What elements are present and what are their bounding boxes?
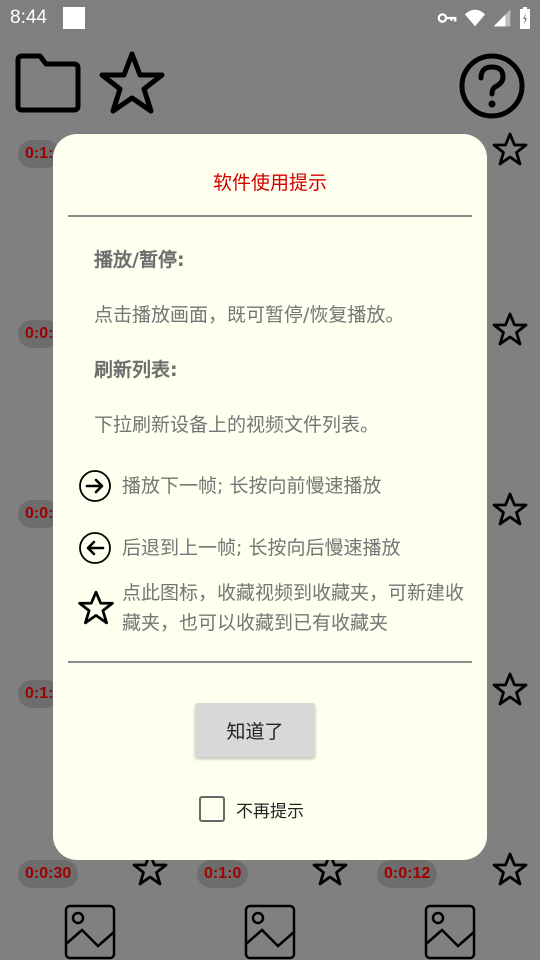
section-heading-play-pause: 播放/暂停: [94, 249, 185, 271]
vpn-key-icon [437, 13, 457, 23]
tip-favorite-text: 点此图标，收藏视频到收藏夹，可新建收藏夹，也可以收藏到已有收藏夹 [122, 582, 465, 634]
folder-icon[interactable] [14, 52, 82, 114]
got-it-button[interactable]: 知道了 [195, 703, 315, 757]
dialog-title: 软件使用提示 [212, 172, 327, 194]
duration-badge: 0:1:0 [197, 860, 249, 888]
dont-show-again-label[interactable]: 不再提示 [236, 797, 304, 822]
usage-tips-dialog: 软件使用提示 播放/暂停: 点击播放画面，既可暂停/恢复播放。 刷新列表: 下拉… [53, 134, 487, 860]
favorite-star-icon[interactable] [492, 312, 528, 348]
tip-next-frame-text: 播放下一帧; 长按向前慢速播放 [122, 475, 382, 497]
image-placeholder-icon[interactable] [64, 904, 116, 960]
status-icons [436, 6, 532, 30]
duration-badge: 0:0:12 [377, 860, 438, 888]
dont-show-again-checkbox[interactable] [199, 796, 225, 822]
favorite-star-icon[interactable] [492, 132, 528, 168]
bottom-divider [68, 661, 472, 663]
star-outline-icon [78, 590, 114, 625]
image-placeholder-icon[interactable] [244, 904, 296, 960]
tip-next-frame: 播放下一帧; 长按向前慢速播放 [78, 469, 473, 503]
arrow-right-circle-icon [79, 470, 111, 502]
help-icon[interactable] [458, 52, 526, 120]
favorites-star-icon[interactable] [98, 50, 166, 116]
favorite-star-icon[interactable] [492, 852, 528, 888]
battery-icon [520, 7, 530, 29]
arrow-left-circle-icon [79, 532, 111, 564]
wifi-icon [464, 9, 486, 27]
tip-prev-frame-text: 后退到上一帧; 长按向后慢速播放 [122, 537, 401, 559]
section-heading-refresh: 刷新列表: [94, 359, 178, 381]
signal-icon [493, 9, 511, 27]
top-divider [68, 215, 472, 217]
dont-show-again-row[interactable]: 不再提示 [199, 796, 304, 822]
status-bar: 8:44 [0, 0, 540, 36]
tip-prev-frame: 后退到上一帧; 长按向后慢速播放 [78, 531, 473, 565]
notification-icon [62, 7, 85, 29]
image-placeholder-icon[interactable] [424, 904, 476, 960]
section-text-play-pause: 点击播放画面，既可暂停/恢复播放。 [94, 304, 405, 326]
status-time: 8:44 [10, 7, 47, 28]
favorite-star-icon[interactable] [492, 672, 528, 708]
duration-badge: 0:0:30 [18, 860, 79, 888]
favorite-star-icon[interactable] [492, 492, 528, 528]
section-text-refresh: 下拉刷新设备上的视频文件列表。 [94, 414, 380, 436]
tip-favorite: 点此图标，收藏视频到收藏夹，可新建收藏夹，也可以收藏到已有收藏夹 [78, 578, 473, 638]
